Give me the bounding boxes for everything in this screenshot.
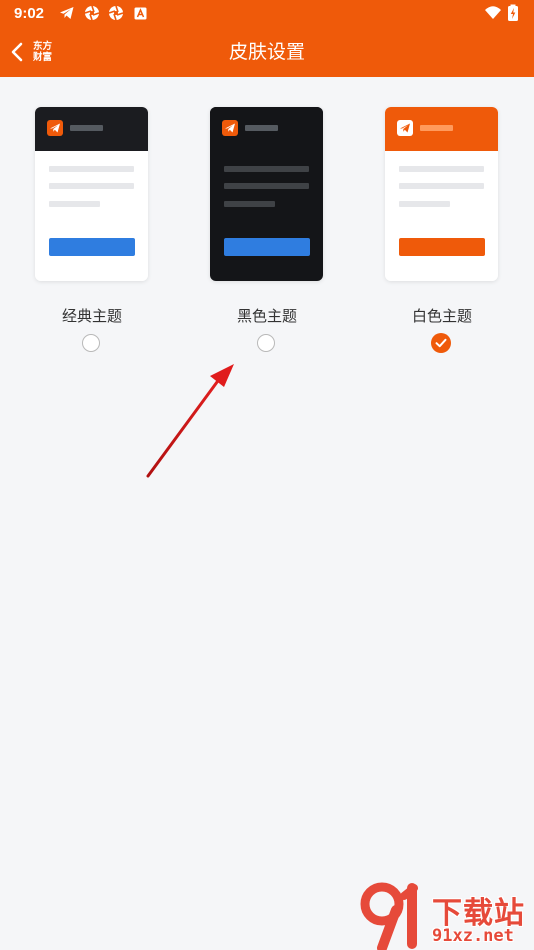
- app-logo-icon: [397, 120, 413, 136]
- wifi-icon: [485, 6, 501, 19]
- annotation-arrow: [146, 364, 234, 478]
- aperture-icon: [108, 5, 124, 21]
- check-icon: [435, 338, 447, 348]
- watermark-logo-icon: [360, 882, 418, 950]
- app-logo-icon: [47, 120, 63, 136]
- watermark: 下载站 91xz.net: [360, 882, 534, 950]
- preview-line: [399, 201, 450, 207]
- status-bar: 9:02: [0, 0, 534, 28]
- preview-button: [49, 238, 135, 256]
- nav-bar: 东方 财富 皮肤设置: [0, 28, 534, 77]
- preview-line: [224, 183, 309, 189]
- font-a-icon: [134, 7, 147, 20]
- app-logo-icon: [222, 120, 238, 136]
- watermark-url: 91xz.net: [432, 926, 514, 946]
- aperture-icon: [84, 5, 100, 21]
- preview-button: [224, 238, 310, 256]
- theme-radio-classic[interactable]: [82, 334, 100, 352]
- app-header: 9:02 东方 财富 皮肤设置: [0, 0, 534, 77]
- preview-title-bar: [245, 125, 278, 131]
- preview-line: [399, 166, 484, 172]
- theme-label-classic: 经典主题: [61, 307, 122, 325]
- preview-button: [399, 238, 485, 256]
- theme-label-white: 白色主题: [411, 307, 472, 325]
- status-time: 9:02: [14, 5, 45, 22]
- theme-preview-black[interactable]: [210, 107, 323, 281]
- preview-line: [399, 183, 484, 189]
- preview-line: [49, 183, 134, 189]
- theme-radio-black[interactable]: [257, 334, 275, 352]
- preview-title-bar: [70, 125, 103, 131]
- preview-line: [224, 166, 309, 172]
- preview-line: [49, 201, 100, 207]
- page-title: 皮肤设置: [228, 41, 305, 63]
- preview-line: [49, 166, 134, 172]
- theme-preview-classic[interactable]: [35, 107, 148, 281]
- battery-charging-icon: [508, 4, 518, 21]
- theme-preview-white[interactable]: [385, 107, 498, 281]
- telegram-icon: [60, 7, 74, 19]
- preview-line: [224, 201, 275, 207]
- preview-title-bar: [420, 125, 453, 131]
- theme-radio-white[interactable]: [431, 333, 451, 353]
- theme-label-black: 黑色主题: [236, 307, 297, 325]
